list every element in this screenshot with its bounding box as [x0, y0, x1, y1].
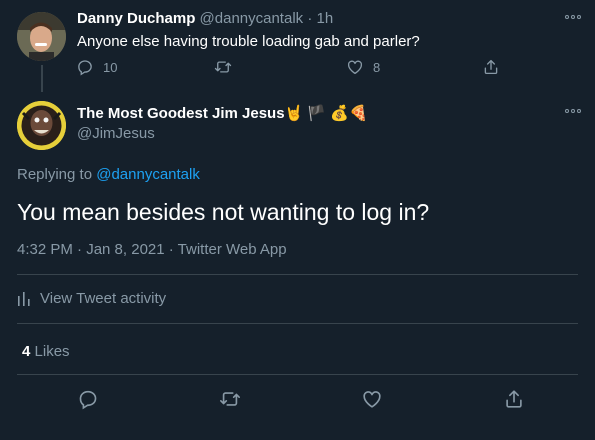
- parent-display-name[interactable]: Danny Duchamp: [77, 10, 195, 27]
- parent-tweet-header: Danny Duchamp @dannycantalk · 1h: [77, 10, 333, 27]
- activity-label: View Tweet activity: [40, 290, 167, 307]
- main-share-button[interactable]: [503, 388, 525, 415]
- main-more-icon[interactable]: [565, 108, 581, 114]
- tweet-timestamp[interactable]: 4:32 PM · Jan 8, 2021 · Twitter Web App: [17, 241, 287, 258]
- reply-icon: [78, 60, 92, 76]
- retweet-icon: [214, 61, 232, 73]
- rock-hand-emoji: 🤘: [284, 105, 304, 122]
- main-tweet-text: You mean besides not wanting to log in?: [17, 199, 430, 225]
- activity-icon: [18, 291, 30, 306]
- reply-icon: [79, 390, 97, 410]
- likes-count-link[interactable]: 4 Likes: [22, 343, 70, 360]
- parent-time[interactable]: 1h: [317, 10, 334, 27]
- parent-reply-count: 10: [103, 59, 118, 75]
- pizza-emoji: 🍕: [348, 105, 368, 122]
- black-flag-emoji: 🏴: [307, 105, 327, 122]
- retweet-icon: [220, 392, 240, 406]
- parent-handle[interactable]: @dannycantalk: [200, 10, 304, 27]
- parent-like-button[interactable]: 8: [346, 58, 380, 76]
- divider-middle: [17, 323, 578, 324]
- divider-top: [17, 274, 578, 275]
- heart-icon: [347, 60, 363, 75]
- avatar-danny-duchamp[interactable]: [17, 12, 66, 61]
- share-icon: [484, 59, 498, 75]
- parent-more-icon[interactable]: [565, 14, 581, 20]
- replying-to-link[interactable]: @dannycantalk: [96, 166, 200, 183]
- main-handle[interactable]: @JimJesus: [77, 125, 155, 142]
- parent-retweet-button[interactable]: [214, 58, 232, 76]
- likes-label: Likes: [34, 343, 70, 360]
- parent-reply-button[interactable]: 10: [76, 58, 117, 76]
- parent-like-count: 8: [373, 59, 381, 75]
- thread-connector-line: [41, 65, 43, 92]
- main-action-bar: [0, 388, 595, 414]
- likes-number: 4: [22, 343, 31, 360]
- main-display-name[interactable]: The Most Goodest Jim Jesus🤘 🏴 💰🍕: [77, 104, 368, 122]
- share-icon: [506, 390, 522, 408]
- main-display-name-text: The Most Goodest Jim Jesus: [77, 105, 285, 122]
- main-retweet-button[interactable]: [219, 388, 241, 415]
- parent-share-button[interactable]: [482, 58, 500, 76]
- view-tweet-activity-button[interactable]: View Tweet activity: [17, 290, 166, 307]
- heart-icon: [363, 391, 381, 408]
- main-like-button[interactable]: [361, 388, 383, 415]
- main-reply-button[interactable]: [77, 388, 99, 415]
- avatar-jim-jesus[interactable]: [17, 101, 66, 150]
- parent-action-bar: 10 8: [70, 58, 510, 82]
- parent-separator: ·: [307, 10, 313, 27]
- money-bag-emoji: 💰: [330, 105, 349, 122]
- divider-bottom: [17, 374, 578, 375]
- replying-to-line: Replying to @dannycantalk: [17, 166, 200, 183]
- replying-prefix: Replying to: [17, 166, 93, 183]
- parent-tweet-text: Anyone else having trouble loading gab a…: [77, 33, 420, 50]
